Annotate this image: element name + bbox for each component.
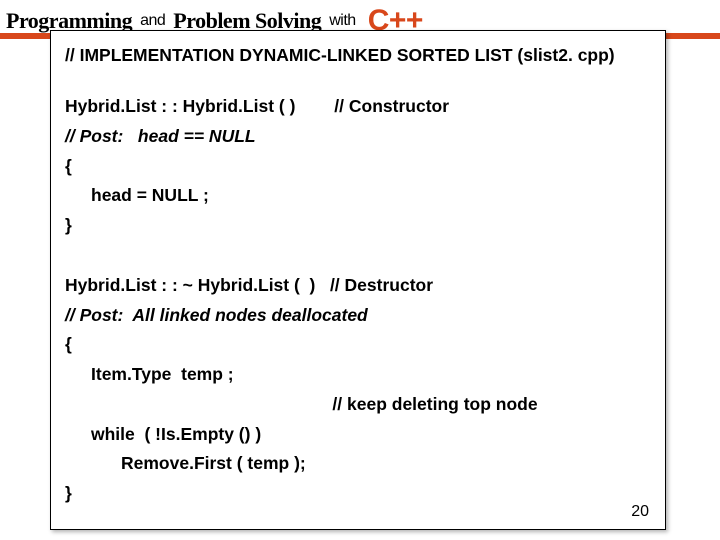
brace-close-2: } [65, 479, 651, 509]
destructor-keep-deleting-comment: // keep deleting top node [65, 390, 651, 420]
title-and: and [140, 12, 165, 30]
constructor-body: head = NULL ; [65, 181, 651, 211]
brace-close-1: } [65, 211, 651, 241]
title-with: with [329, 12, 355, 30]
code-slide-box: // IMPLEMENTATION DYNAMIC-LINKED SORTED … [50, 30, 666, 530]
brace-open-2: { [65, 330, 651, 360]
destructor-removefirst: Remove.First ( temp ); [65, 449, 651, 479]
destructor-postcondition: // Post: All linked nodes deallocated [65, 301, 651, 331]
constructor-signature: Hybrid.List : : Hybrid.List ( ) // Const… [65, 92, 651, 122]
destructor-decl: Item.Type temp ; [65, 360, 651, 390]
page-number: 20 [631, 503, 649, 521]
destructor-signature: Hybrid.List : : ~ Hybrid.List ( ) // Des… [65, 271, 651, 301]
slide-title-comment: // IMPLEMENTATION DYNAMIC-LINKED SORTED … [65, 45, 651, 66]
constructor-postcondition: // Post: head == NULL [65, 122, 651, 152]
brace-open-1: { [65, 152, 651, 182]
destructor-while: while ( !Is.Empty () ) [65, 420, 651, 450]
spacer [65, 241, 651, 271]
